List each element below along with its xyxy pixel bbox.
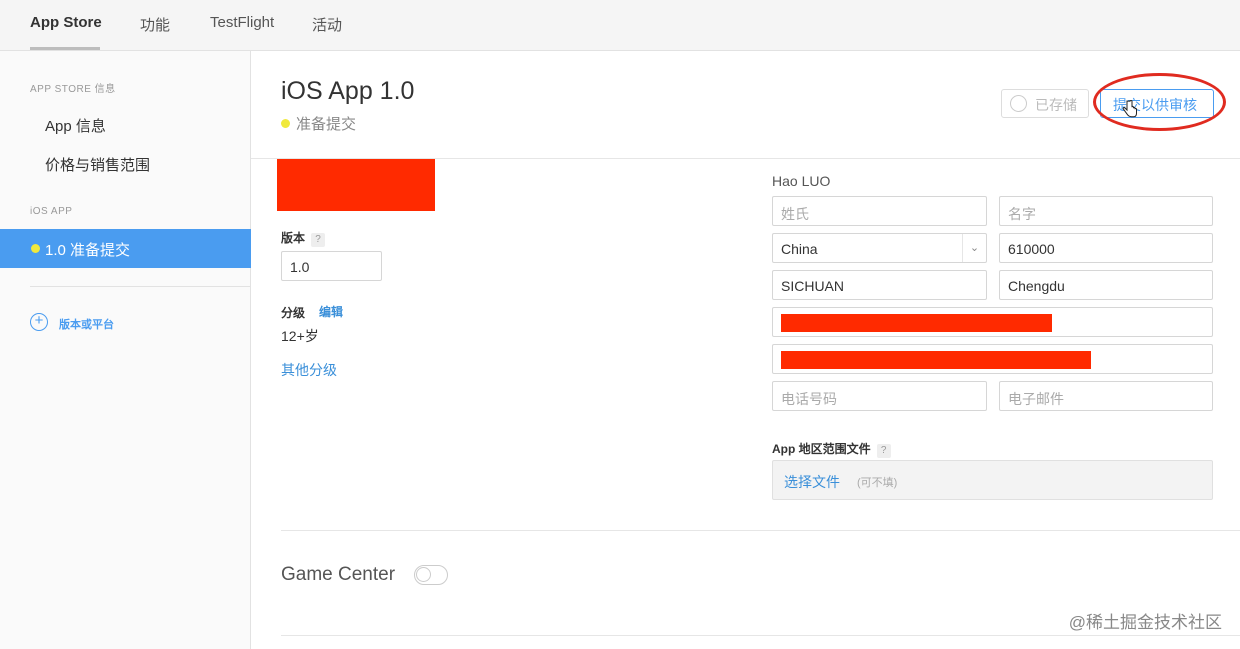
divider: [281, 530, 1240, 531]
last-name-field[interactable]: 姓氏: [772, 196, 987, 226]
rating-value: 12+岁: [281, 328, 319, 344]
tab-activity[interactable]: 活动: [312, 14, 342, 35]
sidebar: APP STORE 信息 App 信息 价格与销售范围 iOS APP 1.0 …: [0, 51, 251, 649]
version-label: 版本?: [281, 229, 326, 247]
help-icon[interactable]: ?: [311, 233, 326, 247]
phone-field[interactable]: 电话号码: [772, 381, 987, 411]
rating-label: 分级: [281, 306, 306, 320]
active-tab-indicator: [30, 47, 100, 50]
sidebar-item-version-1-0[interactable]: 1.0 准备提交: [0, 229, 251, 268]
postal-code-field[interactable]: 610000: [999, 233, 1213, 263]
check-circle-icon: [1010, 95, 1027, 112]
contact-name: Hao LUO: [772, 173, 831, 189]
optional-hint: (可不填): [857, 477, 898, 489]
submit-label: 提交以供审核: [1113, 97, 1197, 113]
sidebar-section-ios-app: iOS APP: [30, 206, 73, 217]
divider: [30, 286, 251, 287]
game-center-label: Game Center: [281, 564, 396, 585]
add-version-label: 版本或平台: [59, 319, 114, 331]
rating-edit-link[interactable]: 编辑: [319, 303, 343, 320]
page-title: iOS App 1.0: [281, 77, 415, 105]
status-dot-icon: [281, 119, 290, 128]
redacted-address-2: [781, 351, 1091, 369]
tab-testflight[interactable]: TestFlight: [210, 14, 274, 31]
other-ratings-link[interactable]: 其他分级: [281, 360, 337, 380]
region-file-label: App 地区范围文件?: [772, 440, 891, 458]
tab-features[interactable]: 功能: [140, 14, 170, 35]
status-badge: 准备提交: [281, 113, 356, 134]
saved-button[interactable]: 已存储: [1001, 89, 1089, 118]
city-field[interactable]: Chengdu: [999, 270, 1213, 300]
sidebar-item-label: 1.0 准备提交: [45, 242, 131, 259]
email-field[interactable]: 电子邮件: [999, 381, 1213, 411]
help-icon[interactable]: ?: [876, 444, 891, 458]
status-text: 准备提交: [296, 116, 357, 133]
status-dot-icon: [31, 244, 40, 253]
file-upload-area: 选择文件 (可不填): [772, 460, 1213, 500]
game-center-toggle[interactable]: [414, 565, 448, 585]
country-value: China: [781, 241, 818, 257]
choose-file-button[interactable]: 选择文件: [784, 472, 840, 492]
divider: [281, 635, 1240, 636]
sidebar-section-app-store-info: APP STORE 信息: [30, 84, 116, 95]
state-field[interactable]: SICHUAN: [772, 270, 987, 300]
sidebar-item-pricing[interactable]: 价格与销售范围: [45, 154, 150, 175]
redacted-address-1: [781, 314, 1052, 332]
chevron-down-icon: ⌄: [962, 234, 986, 262]
sidebar-item-app-info[interactable]: App 信息: [45, 115, 106, 136]
toggle-knob: [416, 567, 431, 582]
top-nav: App Store 功能 TestFlight 活动: [0, 0, 1240, 51]
saved-label: 已存储: [1035, 97, 1077, 113]
submit-for-review-button[interactable]: 提交以供审核: [1100, 89, 1214, 118]
watermark: @稀土掘金技术社区: [1068, 613, 1222, 632]
tab-app-store[interactable]: App Store: [30, 14, 102, 31]
redacted-app-icon: [277, 159, 435, 211]
plus-circle-icon: +: [30, 313, 48, 331]
country-select[interactable]: China ⌄: [772, 233, 987, 263]
first-name-field[interactable]: 名字: [999, 196, 1213, 226]
version-input[interactable]: 1.0: [281, 251, 382, 281]
